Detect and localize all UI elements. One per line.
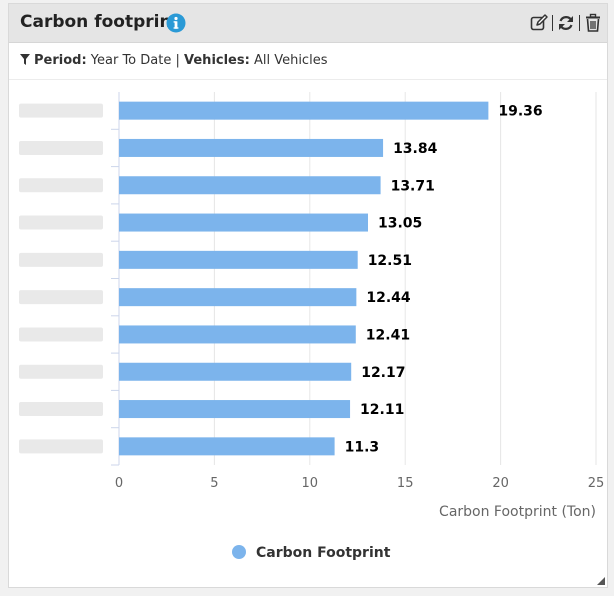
- x-tick-label: 0: [115, 476, 123, 491]
- bar[interactable]: [119, 176, 381, 195]
- legend-label[interactable]: Carbon Footprint: [256, 545, 391, 561]
- carbon-footprint-chart: 19.36 13.84 13.71 13.05 12.51 12.44 12.41 12.17…: [19, 92, 605, 561]
- carbon-footprint-widget: Carbon footprint Period: Year To Date | …: [8, 3, 608, 588]
- x-axis-title: Carbon Footprint (Ton): [439, 504, 596, 520]
- bar[interactable]: [119, 101, 489, 120]
- bar[interactable]: [119, 400, 351, 419]
- bar[interactable]: [119, 138, 384, 157]
- data-label: 13.05: [378, 216, 422, 232]
- data-label: 19.36: [498, 104, 542, 120]
- bar[interactable]: [119, 325, 356, 344]
- category-label-obscured: [19, 252, 103, 267]
- category-label-obscured: [19, 178, 103, 193]
- data-label: 12.44: [366, 290, 411, 306]
- data-label: 12.11: [360, 402, 404, 418]
- category-label-obscured: [19, 364, 103, 379]
- data-label: 12.41: [366, 327, 410, 343]
- resize-handle-icon[interactable]: [597, 577, 605, 585]
- category-label-obscured: [19, 215, 103, 230]
- bar[interactable]: [119, 250, 358, 269]
- bar[interactable]: [119, 213, 368, 232]
- category-label-obscured: [19, 439, 103, 454]
- x-tick-label: 25: [588, 476, 605, 491]
- bar[interactable]: [119, 437, 335, 456]
- x-tick-label: 5: [210, 476, 218, 491]
- category-label-obscured: [19, 327, 103, 342]
- data-label: 13.71: [391, 178, 435, 194]
- bar[interactable]: [119, 288, 357, 307]
- category-label-obscured: [19, 103, 103, 118]
- legend-marker[interactable]: [232, 545, 246, 559]
- x-tick-label: 15: [397, 476, 414, 491]
- bar[interactable]: [119, 362, 352, 381]
- category-label-obscured: [19, 140, 103, 155]
- data-label: 13.84: [393, 141, 438, 157]
- category-label-obscured: [19, 290, 103, 305]
- data-label: 11.3: [345, 439, 380, 455]
- category-label-obscured: [19, 402, 103, 417]
- data-label: 12.51: [368, 253, 412, 269]
- data-label: 12.17: [361, 365, 405, 381]
- x-tick-label: 10: [302, 476, 319, 491]
- x-tick-label: 20: [492, 476, 509, 491]
